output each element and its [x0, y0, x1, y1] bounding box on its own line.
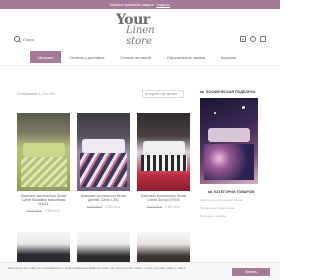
- product-title[interactable]: Комплект постельного белья Сатин Экстра …: [137, 194, 190, 202]
- product-old-price: 3 000,00 ₽: [86, 205, 103, 209]
- product-title[interactable]: Комплект постельного белья Делюкс Сатин …: [77, 194, 130, 202]
- product-old-price: 3 000,00 ₽: [146, 205, 163, 209]
- product-card[interactable]: [17, 232, 70, 262]
- promo-close-link[interactable]: Закрыть: [156, 3, 170, 7]
- shop-toolbar: Отображение 1–9 из 144 Исходная сортиров…: [15, 90, 184, 98]
- sort-select[interactable]: Исходная сортировка: [142, 90, 184, 98]
- nav-item-delivery[interactable]: Оплата и доставка: [61, 51, 112, 63]
- menu-icon[interactable]: [260, 36, 266, 42]
- product-sale-price: 2 500,00 ₽: [44, 209, 61, 213]
- promo-widget-title: КОСМИЧЕСКАЯ ПОДБОРКА: [200, 90, 262, 94]
- product-sale-price: 2 500,00 ₽: [104, 205, 121, 209]
- product-old-price: 3 000,00 ₽: [26, 209, 43, 213]
- product-image[interactable]: [77, 113, 130, 191]
- sidebar: КОСМИЧЕСКАЯ ПОДБОРКА КАТЕГОРИИ ТОВАРОВ К…: [200, 90, 262, 218]
- product-card[interactable]: Комплект постельного белья Сатин Экстра …: [137, 113, 190, 209]
- product-image[interactable]: [137, 232, 190, 262]
- nav-item-checkout[interactable]: Оформление заказа: [159, 51, 213, 63]
- top-promo-bar: Магазин временно закрыт! Закрыть: [0, 0, 280, 9]
- title-accent-bar: [207, 191, 212, 193]
- category-link[interactable]: Подушки и одеяла: [200, 214, 262, 218]
- product-image[interactable]: [17, 113, 70, 191]
- category-link[interactable]: Постельное белье сатин: [200, 206, 262, 210]
- product-image[interactable]: [137, 113, 190, 191]
- categories-widget-title: КАТЕГОРИИ ТОВАРОВ: [200, 190, 262, 194]
- cart-icon[interactable]: 0: [240, 36, 246, 42]
- product-image[interactable]: [17, 232, 70, 262]
- nav-item-shop[interactable]: Магазин: [30, 51, 62, 63]
- nav-divider: [0, 65, 280, 66]
- product-card[interactable]: [77, 232, 130, 262]
- search-input[interactable]: [23, 36, 63, 42]
- product-price: 3 000,00 ₽ 2 500,00 ₽: [137, 205, 190, 209]
- product-image[interactable]: [77, 232, 130, 262]
- product-card[interactable]: [137, 232, 190, 262]
- cookie-notice: Используя этот сайт, вы соглашаетесь с и…: [0, 262, 280, 280]
- logo-script-text: Linen store: [126, 25, 155, 47]
- cosmic-collection-banner[interactable]: [200, 98, 258, 184]
- title-accent-bar: [200, 91, 204, 93]
- header-icons: 0: [240, 36, 266, 42]
- product-card[interactable]: Комплект постельного белья Сатин Вышивка…: [17, 113, 70, 213]
- cookie-accept-button[interactable]: Принять: [232, 268, 270, 276]
- nav-item-cart[interactable]: Корзина: [213, 51, 244, 63]
- product-price: 3 000,00 ₽ 2 500,00 ₽: [17, 209, 70, 213]
- main-nav: Магазин Оплата и доставка Список желаний…: [30, 51, 270, 63]
- site-header: Your Linen store 0: [0, 9, 280, 47]
- result-count: Отображение 1–9 из 144: [17, 92, 56, 96]
- site-logo[interactable]: Your Linen store: [111, 12, 173, 47]
- nav-item-wishlist[interactable]: Список желаний: [112, 51, 158, 63]
- product-title[interactable]: Комплект постельного белья Сатин Вышивка…: [17, 194, 70, 206]
- promo-text: Магазин временно закрыт!: [109, 2, 155, 7]
- product-card[interactable]: Комплект постельного белья Делюкс Сатин …: [77, 113, 130, 209]
- product-sale-price: 2 500,00 ₽: [164, 205, 181, 209]
- cookie-text: Используя этот сайт, вы соглашаетесь с и…: [8, 266, 187, 270]
- search-icon[interactable]: [14, 36, 20, 42]
- account-icon[interactable]: [250, 36, 256, 42]
- category-link[interactable]: Комплекты постельного белья: [200, 198, 262, 202]
- product-price: 3 000,00 ₽ 2 500,00 ₽: [77, 205, 130, 209]
- search-box: [14, 36, 63, 42]
